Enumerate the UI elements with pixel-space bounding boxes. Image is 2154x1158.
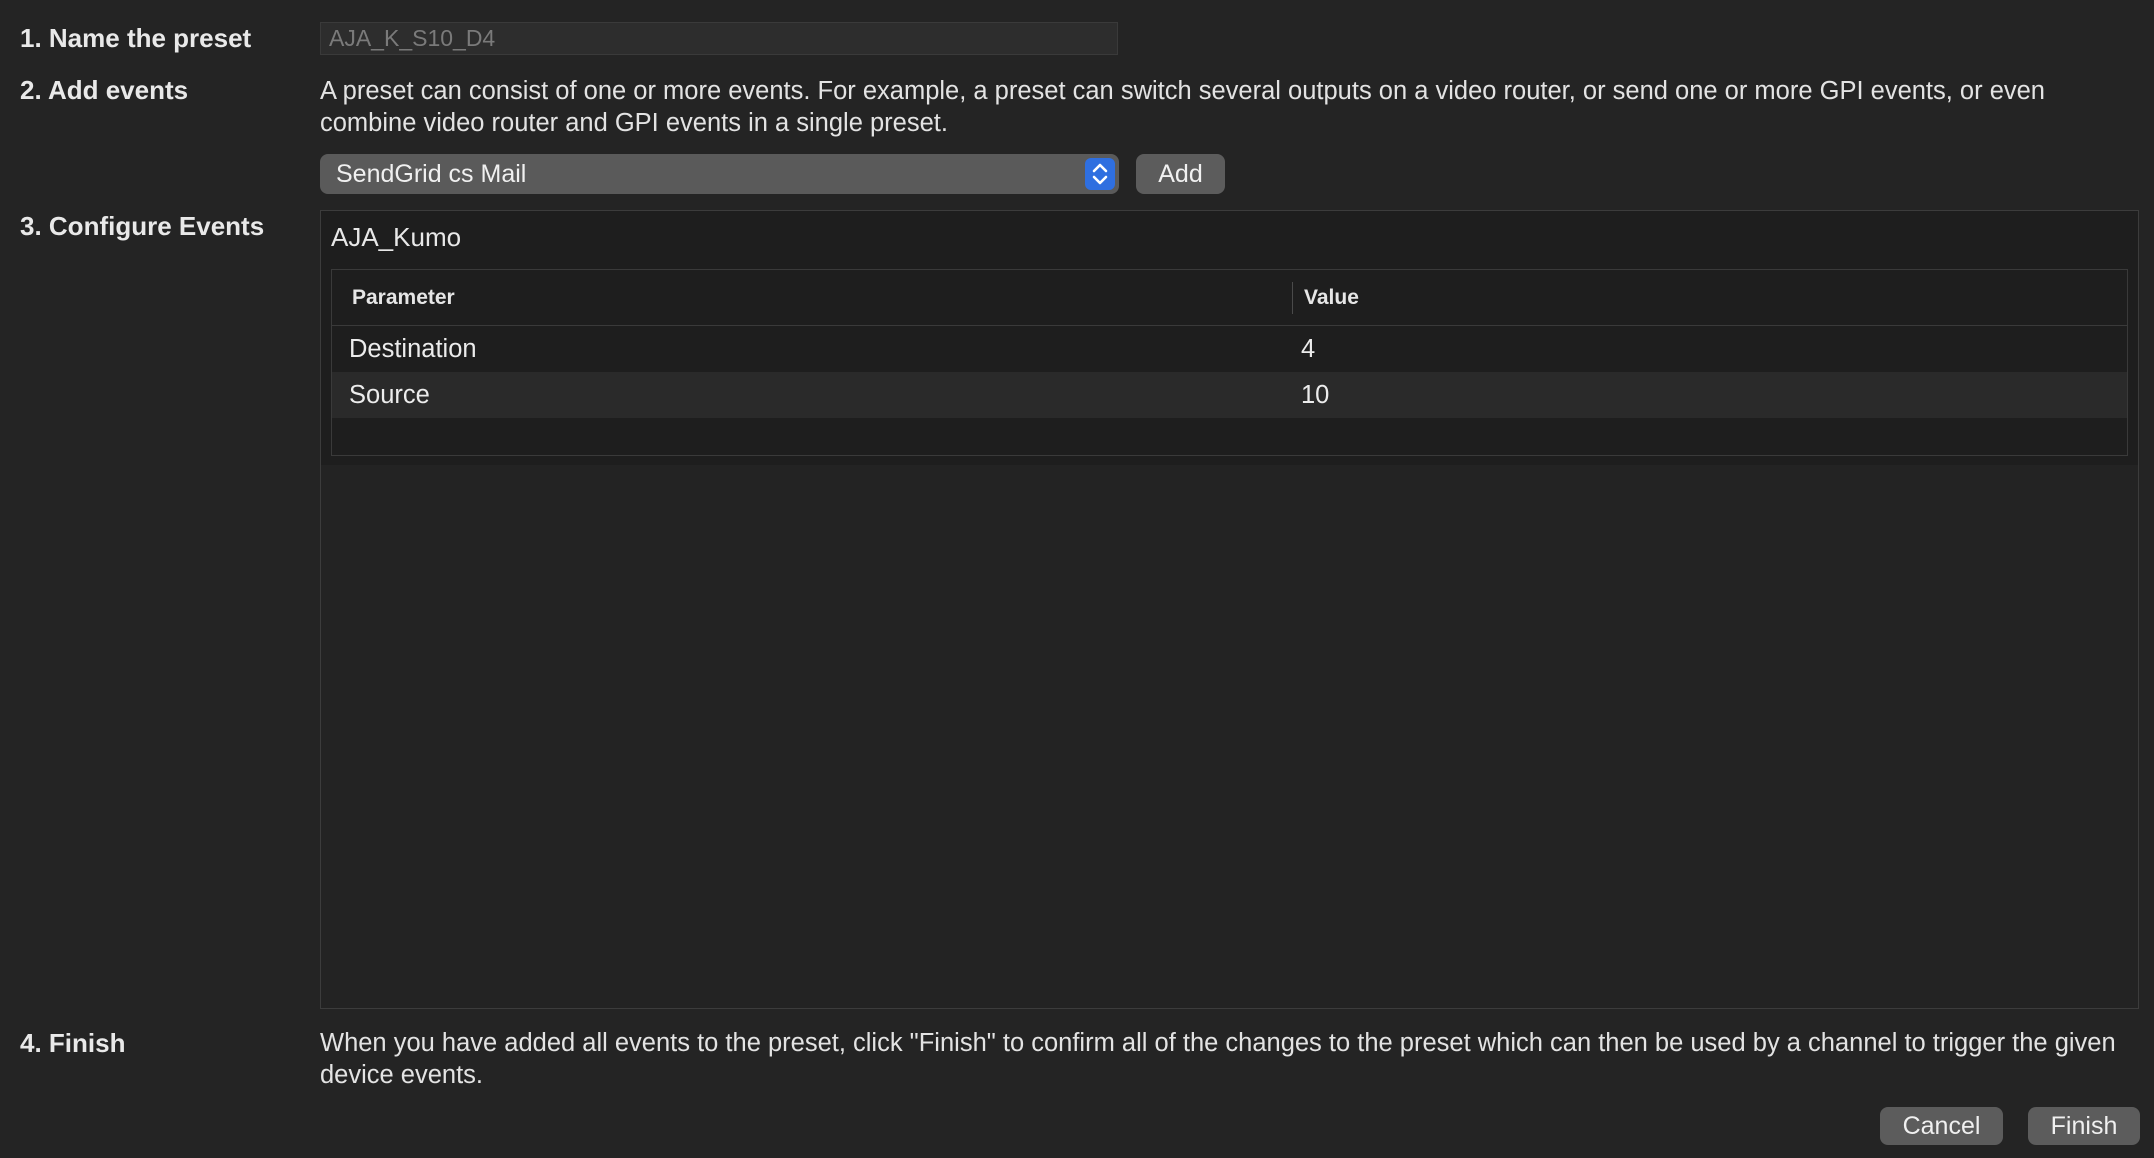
table-row[interactable]: Destination 4 bbox=[332, 326, 2127, 372]
parameter-cell: Source bbox=[349, 381, 430, 409]
event-group: AJA_Kumo Parameter Value Destination 4 S… bbox=[321, 211, 2138, 465]
finish-button[interactable]: Finish bbox=[2028, 1107, 2140, 1145]
value-cell[interactable]: 10 bbox=[1301, 372, 1329, 418]
parameter-table: Parameter Value Destination 4 Source 10 bbox=[331, 269, 2128, 456]
column-divider bbox=[1292, 282, 1293, 314]
finish-description: When you have added all events to the pr… bbox=[320, 1029, 2116, 1089]
preset-editor: 1. Name the preset 2. Add events A prese… bbox=[0, 0, 2154, 1158]
events-list: AJA_Kumo Parameter Value Destination 4 S… bbox=[320, 210, 2139, 1009]
value-cell[interactable]: 4 bbox=[1301, 326, 1315, 372]
step-configure-label: 3. Configure Events bbox=[20, 211, 265, 241]
step-name-label: 1. Name the preset bbox=[20, 23, 252, 53]
event-title: AJA_Kumo bbox=[331, 222, 462, 252]
parameter-cell: Destination bbox=[349, 335, 477, 363]
add-event-button[interactable]: Add bbox=[1136, 154, 1225, 194]
cancel-button[interactable]: Cancel bbox=[1880, 1107, 2003, 1145]
step-finish-label: 4. Finish bbox=[20, 1028, 126, 1058]
step-add-events-label: 2. Add events bbox=[20, 75, 189, 105]
table-row[interactable]: Source 10 bbox=[332, 372, 2127, 418]
device-select-value: SendGrid cs Mail bbox=[336, 160, 527, 188]
column-header-value[interactable]: Value bbox=[1304, 270, 1359, 326]
device-select[interactable]: SendGrid cs Mail bbox=[320, 154, 1119, 194]
table-header: Parameter Value bbox=[332, 270, 2127, 326]
chevron-up-down-icon bbox=[1085, 158, 1115, 190]
add-events-description: A preset can consist of one or more even… bbox=[320, 77, 2045, 137]
column-header-parameter[interactable]: Parameter bbox=[352, 270, 455, 326]
preset-name-field[interactable] bbox=[320, 22, 1118, 55]
